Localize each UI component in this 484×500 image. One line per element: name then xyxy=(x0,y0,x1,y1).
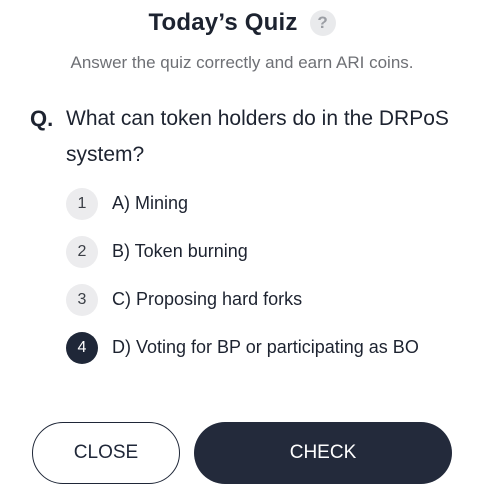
help-icon[interactable]: ? xyxy=(309,10,336,36)
option-number-badge: 3 xyxy=(66,284,98,316)
option-label: D) Voting for BP or participating as BO xyxy=(112,337,419,357)
title-row: Today’s Quiz ? xyxy=(0,8,484,38)
quiz-subtitle: Answer the quiz correctly and earn ARI c… xyxy=(70,53,414,72)
option-number-badge: 2 xyxy=(66,236,98,268)
answer-option-4[interactable]: 4 D) Voting for BP or participating as B… xyxy=(66,332,446,364)
option-label: C) Proposing hard forks xyxy=(112,289,303,309)
answer-option-1[interactable]: 1 A) Mining xyxy=(66,188,446,220)
quiz-dialog: Today’s Quiz ? Answer the quiz correctly… xyxy=(0,0,484,500)
option-label: B) Token burning xyxy=(112,241,248,261)
option-label: A) Mining xyxy=(112,193,189,213)
answer-option-3[interactable]: 3 C) Proposing hard forks xyxy=(66,284,446,316)
close-button[interactable]: CLOSE xyxy=(32,422,180,484)
question-marker: Q. xyxy=(30,106,54,131)
option-number-badge: 4 xyxy=(66,332,98,364)
check-button[interactable]: CHECK xyxy=(194,422,452,484)
question: Q. What can token holders do in the DRPo… xyxy=(30,101,460,173)
page-title: Today’s Quiz xyxy=(148,9,298,36)
answer-option-2[interactable]: 2 B) Token burning xyxy=(66,236,446,268)
option-number-badge: 1 xyxy=(66,188,98,220)
question-text: What can token holders do in the DRPoS s… xyxy=(66,107,449,166)
answer-options: 1 A) Mining 2 B) Token burning 3 C) Prop… xyxy=(66,188,446,380)
